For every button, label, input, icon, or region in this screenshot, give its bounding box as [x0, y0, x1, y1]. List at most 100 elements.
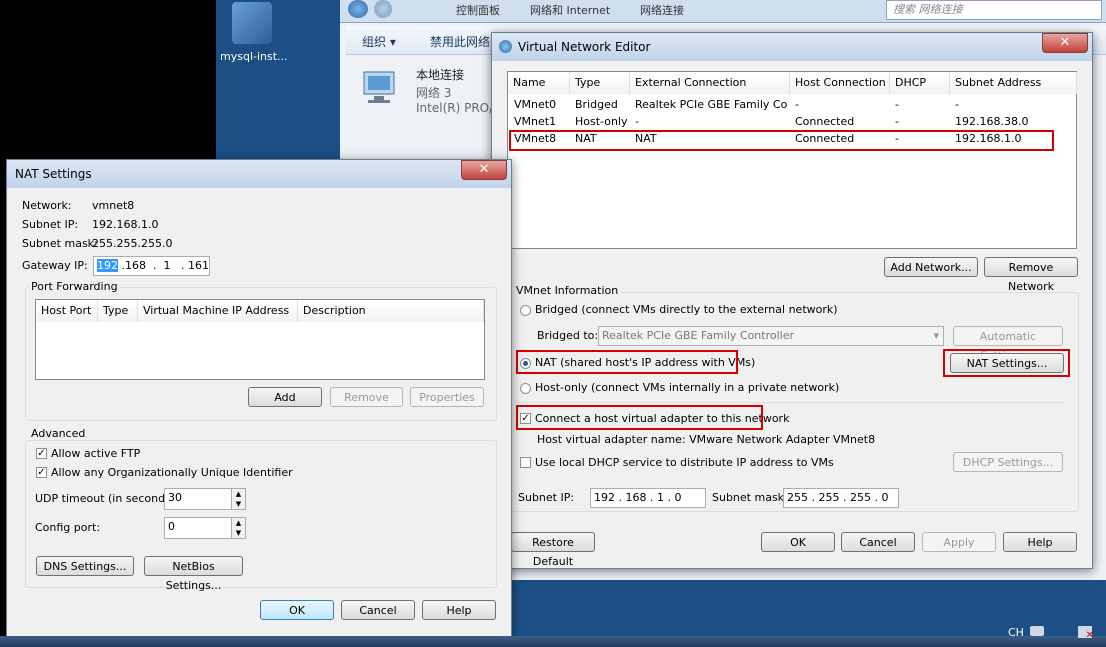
- nat-title-bar[interactable]: NAT Settings ✕: [7, 160, 511, 188]
- highlight-connect-adapter: [516, 405, 763, 430]
- nat-cancel-button[interactable]: Cancel: [341, 600, 415, 620]
- udp-timeout-label: UDP timeout (in seconds):: [35, 492, 179, 505]
- cell: -: [955, 98, 959, 111]
- col-external[interactable]: External Connection: [630, 72, 790, 94]
- connection-network: 网络 3: [416, 86, 452, 100]
- highlight-nat-settings: [943, 349, 1070, 377]
- advanced-title: Advanced: [29, 427, 88, 440]
- udp-timeout-spinner[interactable]: ▲ ▼: [231, 488, 246, 510]
- search-input[interactable]: 搜索 网络连接: [886, 0, 1102, 20]
- config-port-spinner[interactable]: ▲ ▼: [231, 517, 246, 539]
- disable-network-button[interactable]: 禁用此网络: [430, 33, 490, 50]
- cell: Host-only: [575, 115, 628, 128]
- subnet-ip-label: Subnet IP:: [518, 491, 575, 504]
- language-indicator[interactable]: CH: [1008, 626, 1024, 639]
- add-network-button[interactable]: Add Network...: [884, 257, 978, 277]
- nat-close-button[interactable]: ✕: [461, 160, 507, 180]
- nat-title: NAT Settings: [15, 167, 92, 181]
- pf-col-type[interactable]: Type: [98, 300, 138, 322]
- breadcrumb-network-internet[interactable]: 网络和 Internet: [530, 2, 610, 18]
- col-type[interactable]: Type: [570, 72, 630, 94]
- vne-cancel-button[interactable]: Cancel: [841, 532, 915, 552]
- col-subnet[interactable]: Subnet Address: [950, 72, 1077, 94]
- restore-default-button[interactable]: Restore Default: [511, 532, 595, 568]
- dhcp-label[interactable]: Use local DHCP service to distribute IP …: [535, 456, 834, 469]
- allow-ftp-label[interactable]: Allow active FTP: [51, 447, 140, 460]
- organize-menu[interactable]: 组织 ▾: [362, 33, 396, 50]
- table-row[interactable]: VMnet0 Bridged Realtek PCIe GBE Family C…: [508, 98, 1076, 114]
- dhcp-settings-button[interactable]: DHCP Settings...: [953, 452, 1063, 472]
- subnet-ip-field[interactable]: 192 . 168 . 1 . 0: [590, 488, 706, 508]
- cell: -: [895, 98, 899, 111]
- nat-settings-window: NAT Settings ✕ Network: vmnet8 Subnet IP…: [6, 159, 512, 637]
- gateway-rest: .168 . 1 . 161: [118, 259, 209, 272]
- pf-add-button[interactable]: Add: [248, 387, 322, 407]
- allow-oui-label[interactable]: Allow any Organizationally Unique Identi…: [51, 466, 293, 479]
- pf-properties-button[interactable]: Properties: [410, 387, 484, 407]
- nat-subnet-mask-value: 255.255.255.0: [92, 237, 173, 250]
- port-forwarding-list[interactable]: Host Port Type Virtual Machine IP Addres…: [35, 299, 485, 380]
- port-forwarding-title: Port Forwarding: [29, 280, 120, 293]
- col-name[interactable]: Name: [508, 72, 570, 94]
- vne-title: Virtual Network Editor: [518, 40, 651, 54]
- vmnet-information-title: VMnet Information: [514, 284, 621, 297]
- bridged-to-select[interactable]: Realtek PCIe GBE Family Controller ▾: [598, 326, 944, 346]
- vne-title-bar[interactable]: Virtual Network Editor ✕: [492, 33, 1092, 61]
- vmnet-table[interactable]: Name Type External Connection Host Conne…: [507, 71, 1077, 249]
- vne-apply-button[interactable]: Apply: [922, 532, 996, 552]
- hostonly-label[interactable]: Host-only (connect VMs internally in a p…: [535, 381, 839, 394]
- allow-oui-checkbox[interactable]: ✓: [36, 467, 47, 478]
- config-port-field[interactable]: 0: [164, 517, 232, 539]
- bridged-label[interactable]: Bridged (connect VMs directly to the ext…: [535, 303, 838, 316]
- netbios-settings-button[interactable]: NetBios Settings...: [144, 556, 243, 592]
- forward-button[interactable]: [374, 0, 392, 18]
- back-button[interactable]: [348, 0, 368, 18]
- vne-ok-button[interactable]: OK: [761, 532, 835, 552]
- gateway-selected-octet: 192: [97, 259, 118, 272]
- remove-network-button[interactable]: Remove Network: [984, 257, 1078, 293]
- cell: -: [895, 115, 899, 128]
- bridged-to-value: Realtek PCIe GBE Family Controller: [602, 329, 795, 342]
- cell: 192.168.38.0: [955, 115, 1029, 128]
- cell: Bridged: [575, 98, 618, 111]
- breadcrumb-control-panel[interactable]: 控制面板: [456, 2, 500, 18]
- bridged-radio[interactable]: [520, 305, 531, 316]
- pf-col-host-port[interactable]: Host Port: [36, 300, 98, 322]
- pf-remove-button[interactable]: Remove: [330, 387, 403, 407]
- cell: -: [795, 98, 799, 111]
- adapter-name-label: Host virtual adapter name: VMware Networ…: [537, 433, 876, 446]
- col-dhcp[interactable]: DHCP: [890, 72, 950, 94]
- dns-settings-button[interactable]: DNS Settings...: [36, 556, 134, 576]
- chevron-down-icon: ▾: [933, 329, 939, 342]
- vne-help-button[interactable]: Help: [1003, 532, 1077, 552]
- network-adapter-icon[interactable]: [360, 68, 404, 106]
- close-icon: ✕: [1085, 630, 1094, 641]
- desktop-icon-label: mysql-inst...: [220, 50, 288, 63]
- cell: Connected: [795, 115, 855, 128]
- gateway-label: Gateway IP:: [22, 259, 88, 272]
- table-row[interactable]: VMnet1 Host-only - Connected - 192.168.3…: [508, 115, 1076, 131]
- dhcp-checkbox[interactable]: [520, 457, 531, 468]
- highlight-vmnet8-row: [509, 130, 1054, 151]
- connection-name[interactable]: 本地连接: [416, 66, 464, 83]
- udp-timeout-field[interactable]: 30: [164, 488, 232, 510]
- pf-col-vm-ip[interactable]: Virtual Machine IP Address: [138, 300, 298, 322]
- virtual-network-editor-window: Virtual Network Editor ✕ Name Type Exter…: [491, 32, 1093, 569]
- nat-ok-button[interactable]: OK: [260, 600, 334, 620]
- automatic-settings-button[interactable]: Automatic Settings...: [953, 326, 1063, 362]
- breadcrumb-network-connections[interactable]: 网络连接: [640, 2, 684, 18]
- col-host[interactable]: Host Connection: [790, 72, 890, 94]
- hostonly-radio[interactable]: [520, 383, 531, 394]
- pf-col-description[interactable]: Description: [298, 300, 484, 322]
- allow-ftp-checkbox[interactable]: ✓: [36, 448, 47, 459]
- keyboard-icon[interactable]: [1030, 626, 1044, 636]
- network-warning-icon[interactable]: ✕: [1078, 626, 1094, 641]
- highlight-nat-option: [516, 350, 738, 374]
- subnet-mask-field[interactable]: 255 . 255 . 255 . 0: [783, 488, 899, 508]
- installer-icon[interactable]: [232, 2, 272, 44]
- cell: VMnet0: [514, 98, 557, 111]
- nat-subnet-ip-label: Subnet IP:: [22, 218, 79, 231]
- vne-close-button[interactable]: ✕: [1042, 33, 1088, 53]
- nat-help-button[interactable]: Help: [422, 600, 496, 620]
- gateway-ip-field[interactable]: 192 .168 . 1 . 161: [93, 256, 210, 276]
